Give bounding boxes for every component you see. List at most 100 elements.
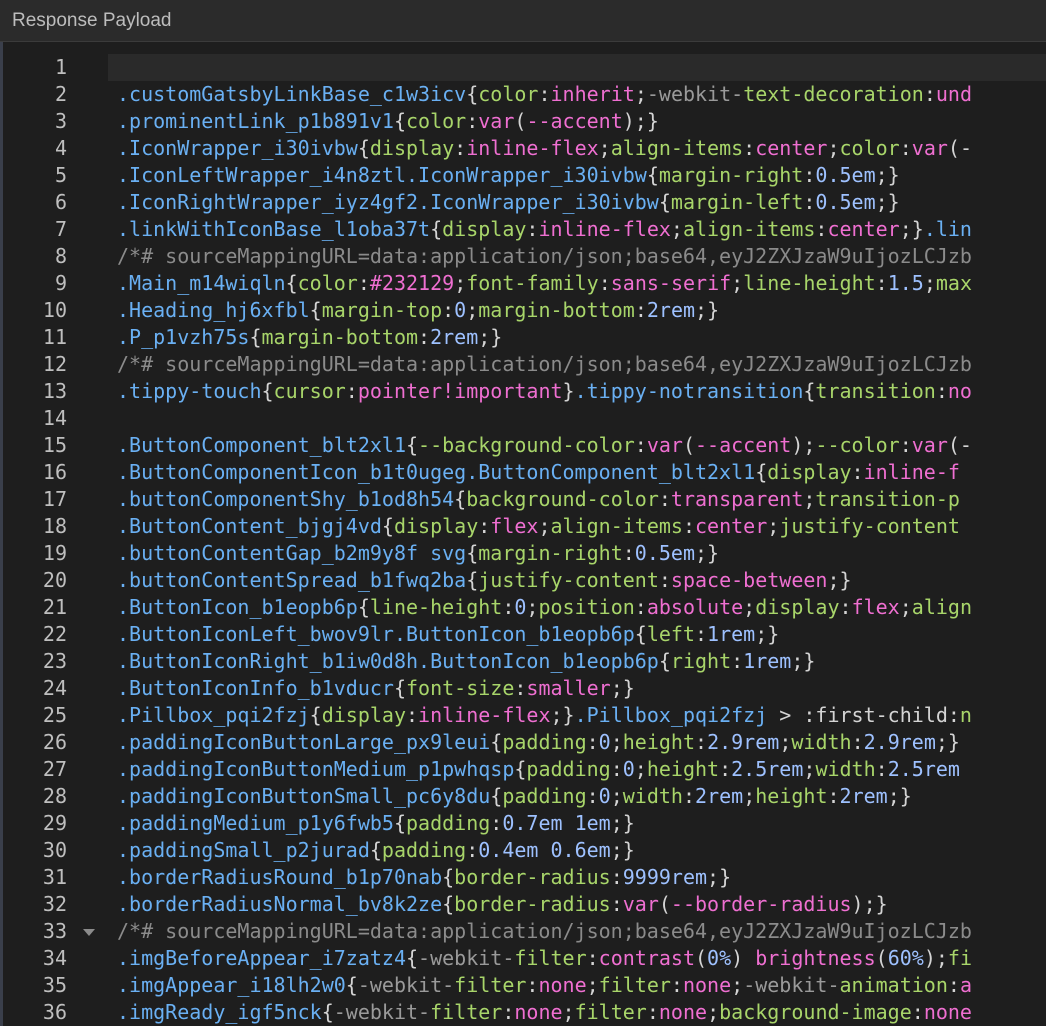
code-line[interactable]: 17 .buttonComponentShy_b1od8h54{backgroun… [3,486,1046,513]
code-token: .imgBeforeAppear_i7zatz4 [117,946,406,970]
code-line[interactable]: 5 .IconLeftWrapper_i4n8ztl.IconWrapper_i3… [3,162,1046,189]
code-editor[interactable]: 1 2 .customGatsbyLinkBase_c1w3icv{color:in… [3,54,1046,1026]
code-line[interactable]: 36 .imgReady_igf5nck{-webkit-filter:none;… [3,999,1046,1026]
code-token: flex [851,595,900,619]
code-line[interactable]: 32 .borderRadiusNormal_bv8k2ze{border-rad… [3,891,1046,918]
code-line[interactable]: 3 .prominentLink_p1b891v1{color:var(--acc… [3,108,1046,135]
code-line[interactable]: 7 .linkWithIconBase_l1oba37t{display:inli… [3,216,1046,243]
code-line[interactable]: 10 .Heading_hj6xfbl{margin-top:0;margin-b… [3,297,1046,324]
code-token: .Pillbox_pqi2fzj [117,703,310,727]
code-line[interactable]: 16 .ButtonComponentIcon_b1t0ugeg.ButtonCo… [3,459,1046,486]
code-text: .tippy-touch{cursor:pointer!important}.t… [117,378,972,405]
code-line[interactable]: 4 .IconWrapper_i30ivbw{display:inline-fle… [3,135,1046,162]
code-token: { [466,82,479,106]
code-token: padding [526,757,611,781]
code-token: : [658,487,671,511]
code-token: { [345,973,358,997]
code-token: inline-f [863,460,960,484]
code-token: center [827,217,900,241]
code-token: none [923,1000,972,1024]
line-number: 5 [54,163,67,187]
code-line[interactable]: 11 .P_p1vzh75s{margin-bottom:2rem;} [3,324,1046,351]
code-line[interactable]: 29 .paddingMedium_p1y6fwb5{padding:0.7em … [3,810,1046,837]
code-token: display [369,136,455,160]
line-number: 31 [42,865,67,889]
code-line[interactable]: 28 .paddingIconButtonSmall_pc6y8du{paddin… [3,783,1046,810]
code-text: .ButtonComponent_blt2xl1{--background-co… [117,432,972,459]
code-token: margin-bottom [478,298,635,322]
fold-chevron-icon[interactable] [83,929,95,936]
code-text: .buttonContentGap_b2m9y8f svg{margin-rig… [117,540,719,567]
code-line[interactable]: 1 [3,54,1046,81]
code-token: : [875,271,888,295]
line-number: 12 [42,352,67,376]
code-token: : [502,595,515,619]
code-token: -webkit- [418,946,515,970]
code-line[interactable]: 20 .buttonContentSpread_b1fwq2ba{justify-… [3,567,1046,594]
code-line[interactable]: 19 .buttonContentGap_b2m9y8f svg{margin-r… [3,540,1046,567]
code-text: .ButtonComponentIcon_b1t0ugeg.ButtonComp… [117,459,960,486]
code-token: ); [923,946,948,970]
code-line[interactable]: 9 .Main_m14wiqln{color:#232129;font-famil… [3,270,1046,297]
code-token: ; [827,136,840,160]
code-token: : [406,703,419,727]
code-text: /*# sourceMappingURL=data:application/js… [117,243,972,270]
code-line[interactable]: 27 .paddingIconButtonMedium_p1pwhqsp{padd… [3,756,1046,783]
line-number: 23 [42,649,67,673]
code-token: ;} [791,649,816,673]
code-token: 2rem [695,784,744,808]
code-token: : [682,784,696,808]
code-text: .paddingSmall_p2jurad{padding:0.4em 0.6e… [117,837,635,864]
code-token: );} [622,109,659,133]
code-line[interactable]: 22 .ButtonIconLeft_bwov9lr.ButtonIcon_b1e… [3,621,1046,648]
code-line[interactable]: 33 /*# sourceMappingURL=data:application/… [3,918,1046,945]
code-token: : [851,460,864,484]
code-token: { [357,595,370,619]
code-token: .borderRadiusRound_b1p70nab [117,865,443,889]
code-text: .borderRadiusRound_b1p70nab{border-radiu… [117,864,731,891]
line-number: 7 [54,217,67,241]
code-token: { [442,865,455,889]
code-token: ;} [875,190,900,214]
code-line[interactable]: 2 .customGatsbyLinkBase_c1w3icv{color:inh… [3,81,1046,108]
code-token: : [646,1000,659,1024]
code-token: filter [598,973,671,997]
code-line[interactable]: 24 .ButtonIconInfo_b1vducr{font-size:smal… [3,675,1046,702]
code-token: ; [731,271,744,295]
code-line[interactable]: 15 .ButtonComponent_blt2xl1{--background-… [3,432,1046,459]
code-token: .ButtonIcon_b1eopb6p [117,595,358,619]
code-token: var [911,433,948,457]
line-number: 34 [42,946,67,970]
code-text: .buttonContentSpread_b1fwq2ba{justify-co… [117,567,852,594]
code-line[interactable]: 30 .paddingSmall_p2jurad{padding:0.4em 0.… [3,837,1046,864]
code-token: no [947,379,972,403]
code-line[interactable]: 31 .borderRadiusRound_b1p70nab{border-rad… [3,864,1046,891]
code-token: { [442,892,455,916]
code-token: : [851,730,864,754]
line-number: 27 [42,757,67,781]
code-token: a [959,973,972,997]
code-line[interactable]: 34 .imgBeforeAppear_i7zatz4{-webkit-filte… [3,945,1046,972]
code-token: align-items [610,136,744,160]
code-line[interactable]: 25 .Pillbox_pqi2fzj{display:inline-flex;}… [3,702,1046,729]
code-line[interactable]: 35 .imgAppear_i18lh2w0{-webkit-filter:non… [3,972,1046,999]
code-line[interactable]: 13 .tippy-touch{cursor:pointer!important}… [3,378,1046,405]
code-line[interactable]: 6 .IconRightWrapper_iyz4gf2.IconWrapper_i… [3,189,1046,216]
code-token: : [586,730,599,754]
code-token: .IconLeftWrapper_i4n8ztl.IconWrapper_i30… [117,163,647,187]
code-token: height [755,784,828,808]
line-number: 32 [42,892,67,916]
code-line[interactable]: 14 [3,405,1046,432]
code-text: .paddingIconButtonLarge_px9leui{padding:… [117,729,960,756]
code-token: : [466,109,479,133]
code-token: filter [514,946,587,970]
code-token: align [911,595,972,619]
code-token: inline-flex [538,217,671,241]
code-line[interactable]: 12 /*# sourceMappingURL=data:application/… [3,351,1046,378]
code-line[interactable]: 18 .ButtonContent_bjgj4vd{display:flex;al… [3,513,1046,540]
code-line[interactable]: 23 .ButtonIconRight_b1iw0d8h.ButtonIcon_b… [3,648,1046,675]
code-token: inline-flex [418,703,551,727]
code-line[interactable]: 26 .paddingIconButtonLarge_px9leui{paddin… [3,729,1046,756]
code-line[interactable]: 8 /*# sourceMappingURL=data:application/j… [3,243,1046,270]
code-line[interactable]: 21 .ButtonIcon_b1eopb6p{line-height:0;pos… [3,594,1046,621]
